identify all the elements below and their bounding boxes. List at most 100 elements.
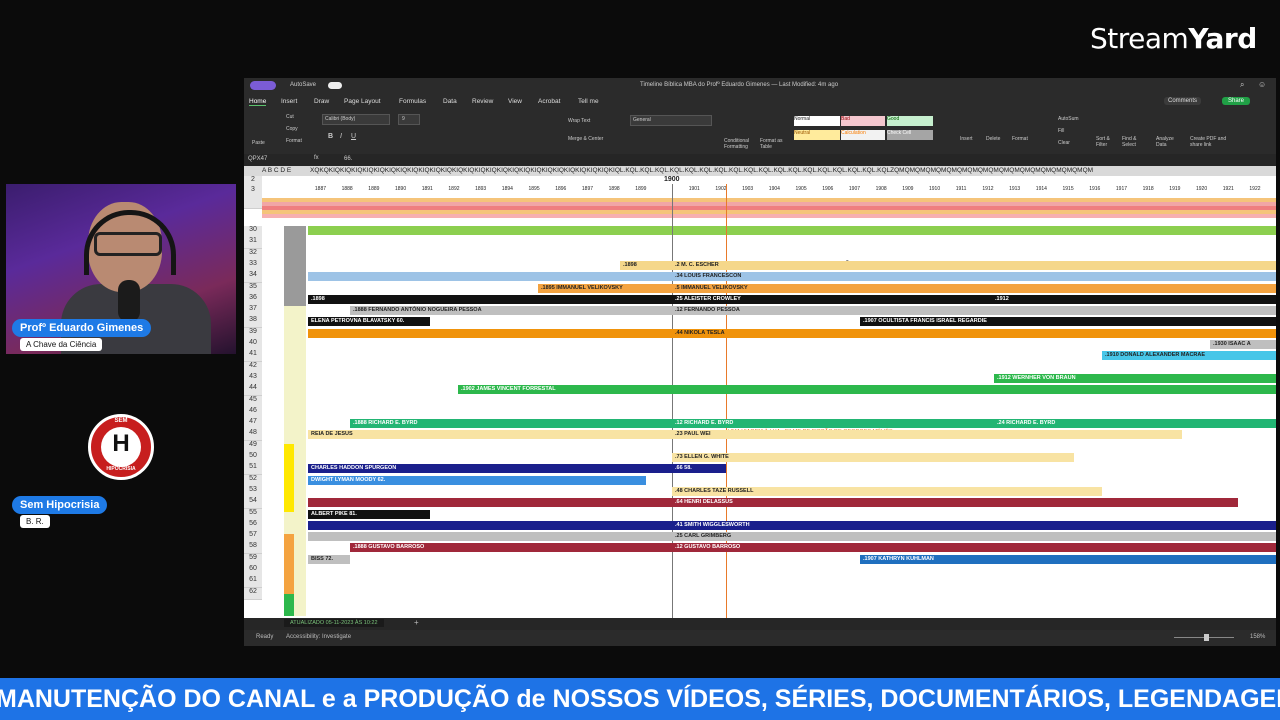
number-format-select[interactable]: General (630, 115, 712, 126)
timeline-bar[interactable] (308, 532, 672, 542)
style-calculation[interactable]: Calculation (841, 130, 885, 140)
timeline-bar[interactable]: .66 58. (672, 464, 726, 474)
row-header[interactable]: 38 (244, 316, 262, 329)
add-sheet-icon[interactable]: + (414, 618, 419, 627)
timeline-bar[interactable]: REIA DE JESUS (308, 430, 672, 440)
row-header[interactable]: 56 (244, 519, 262, 532)
row-header[interactable]: 54 (244, 497, 262, 510)
timeline-bar[interactable]: .1912 WERNHER VON BRAUN (994, 373, 1276, 383)
row-header[interactable]: 49 (244, 440, 262, 453)
formula-input[interactable]: 66. (344, 156, 352, 162)
tab-draw[interactable]: Draw (314, 98, 329, 105)
timeline-bar[interactable]: .44 NIKOLA TESLA (672, 328, 1276, 338)
row-header[interactable]: 62 (244, 587, 262, 600)
timeline-bar[interactable]: .73 ELLEN G. WHITE (672, 453, 1074, 462)
row-header[interactable]: 42 (244, 361, 262, 374)
zoom-slider-thumb[interactable] (1204, 634, 1209, 641)
style-good[interactable]: Good (887, 116, 933, 126)
insert-cells-button[interactable]: Insert (960, 136, 973, 142)
timeline-bar[interactable]: ALBERT PIKE 81. (308, 509, 430, 519)
row-header[interactable]: 59 (244, 553, 262, 566)
row-header[interactable] (244, 204, 262, 209)
timeline-bar[interactable]: .12 RICHARD E. BYRD (672, 419, 994, 429)
timeline-bar[interactable]: .1895 IMMANUEL VELIKOVSKY (538, 283, 672, 293)
merge-center-button[interactable]: Merge & Center (568, 136, 603, 142)
accessibility-status[interactable]: Accessibility: Investigate (286, 634, 351, 640)
row-header[interactable]: 33 (244, 259, 262, 272)
row-header[interactable]: 36 (244, 293, 262, 306)
timeline-bar[interactable]: .1888 RICHARD E. BYRD (350, 419, 672, 429)
font-size-select[interactable]: 9 (398, 114, 420, 125)
timeline-bar[interactable]: DWIGHT LYMAN MOODY 62. (308, 475, 646, 485)
style-check-cell[interactable]: Check Cell (887, 130, 933, 140)
row-header[interactable]: 31 (244, 237, 262, 250)
search-icon[interactable]: ⌕ (1240, 80, 1244, 90)
row-header[interactable]: 45 (244, 395, 262, 408)
row-header[interactable]: 53 (244, 485, 262, 498)
tab-page-layout[interactable]: Page Layout (344, 98, 381, 105)
timeline-bar[interactable]: CHARLES HADDON SPURGEON (308, 464, 672, 474)
timeline-bar[interactable]: BISS 72. (308, 554, 350, 564)
format-as-table-button[interactable]: Format as Table (760, 138, 790, 150)
autosum-button[interactable]: AutoSum (1058, 116, 1079, 122)
row-header[interactable]: 61 (244, 576, 262, 589)
row-header[interactable]: 35 (244, 282, 262, 295)
row-header[interactable]: 32 (244, 248, 262, 261)
row-header[interactable]: 47 (244, 418, 262, 431)
italic-button[interactable]: I (340, 133, 342, 140)
timeline-bar[interactable]: .1898 (620, 260, 672, 270)
analyze-data-button[interactable]: Analyze Data (1156, 136, 1180, 148)
row-header[interactable]: 30 (244, 226, 262, 238)
tab-data[interactable]: Data (443, 98, 457, 105)
row-header[interactable]: 57 (244, 531, 262, 544)
tab-home[interactable]: Home (249, 98, 267, 106)
timeline-bar[interactable]: .64 HENRI DELASSUS (672, 498, 1238, 508)
timeline-bar[interactable]: .1898 (308, 294, 672, 304)
style-neutral[interactable]: Neutral (794, 130, 840, 140)
timeline-bar[interactable] (308, 498, 672, 508)
tab-acrobat[interactable]: Acrobat (538, 98, 560, 105)
row-header[interactable]: 60 (244, 565, 262, 577)
clear-button[interactable]: Clear (1058, 140, 1070, 146)
copy-button[interactable]: Copy (286, 126, 298, 132)
user-icon[interactable]: ☺ (1258, 80, 1266, 89)
timeline-bar[interactable]: .41 SMITH WIGGLESWORTH (672, 520, 1276, 530)
fill-button[interactable]: Fill (1058, 128, 1064, 134)
timeline-bar[interactable] (308, 520, 672, 530)
cell-reference-box[interactable]: QPX47 (248, 156, 267, 162)
timeline-bar[interactable]: .1912 (992, 294, 1276, 304)
share-button[interactable]: Share (1222, 97, 1251, 105)
timeline-bar[interactable] (308, 328, 672, 338)
row-header[interactable]: 51 (244, 463, 262, 476)
timeline-bar[interactable]: .48 CHARLES TAZE RUSSELL (672, 486, 1102, 496)
row-header[interactable]: 46 (244, 406, 262, 419)
timeline-bar[interactable]: .25 ALEISTER CROWLEY (672, 294, 992, 304)
tab-tell-me[interactable]: Tell me (578, 98, 599, 105)
timeline-bar[interactable]: .1888 GUSTAVO BARROSO (350, 543, 672, 553)
find-select-button[interactable]: Find & Select (1122, 136, 1144, 148)
style-bad[interactable]: Bad (841, 116, 885, 126)
tab-formulas[interactable]: Formulas (399, 98, 426, 105)
timeline-bar[interactable]: .1907 OCULTISTA FRANCIS ISRAEL REGARDIE (860, 317, 1276, 327)
timeline-bar[interactable]: .5 IMMANUEL VELIKOVSKY (672, 283, 1276, 293)
row-header[interactable]: 52 (244, 474, 262, 487)
timeline-bar[interactable]: ELENA PETROVNA BLAVATSKY 60. (308, 317, 430, 327)
bold-button[interactable]: B (328, 133, 333, 140)
row-header[interactable]: 40 (244, 339, 262, 351)
timeline-bar[interactable]: .2 M. C. ESCHER (672, 260, 1276, 270)
tab-insert[interactable]: Insert (281, 98, 297, 105)
font-family-select[interactable]: Calibri (Body) (322, 114, 390, 125)
timeline-bar[interactable]: .24 RICHARD E. BYRD (994, 419, 1276, 429)
underline-button[interactable]: U (351, 133, 356, 140)
row-header[interactable]: 44 (244, 384, 262, 397)
timeline-bar[interactable]: .25 CARL GRIMBERG (672, 532, 1276, 542)
style-normal[interactable]: Normal (794, 116, 840, 126)
sort-filter-button[interactable]: Sort & Filter (1096, 136, 1118, 148)
tab-view[interactable]: View (508, 98, 522, 105)
timeline-bar[interactable]: .1902 JAMES VINCENT FORRESTAL (458, 385, 1276, 395)
row-header[interactable]: 48 (244, 429, 262, 442)
timeline-bar[interactable]: .12 FERNANDO PESSOA (672, 306, 1276, 316)
comments-button[interactable]: Comments (1164, 97, 1202, 105)
row-header[interactable]: 39 (244, 327, 262, 340)
sheet-tab-active[interactable]: ATUALIZADO 05-11-2023 ÀS 10:22 (284, 619, 384, 627)
